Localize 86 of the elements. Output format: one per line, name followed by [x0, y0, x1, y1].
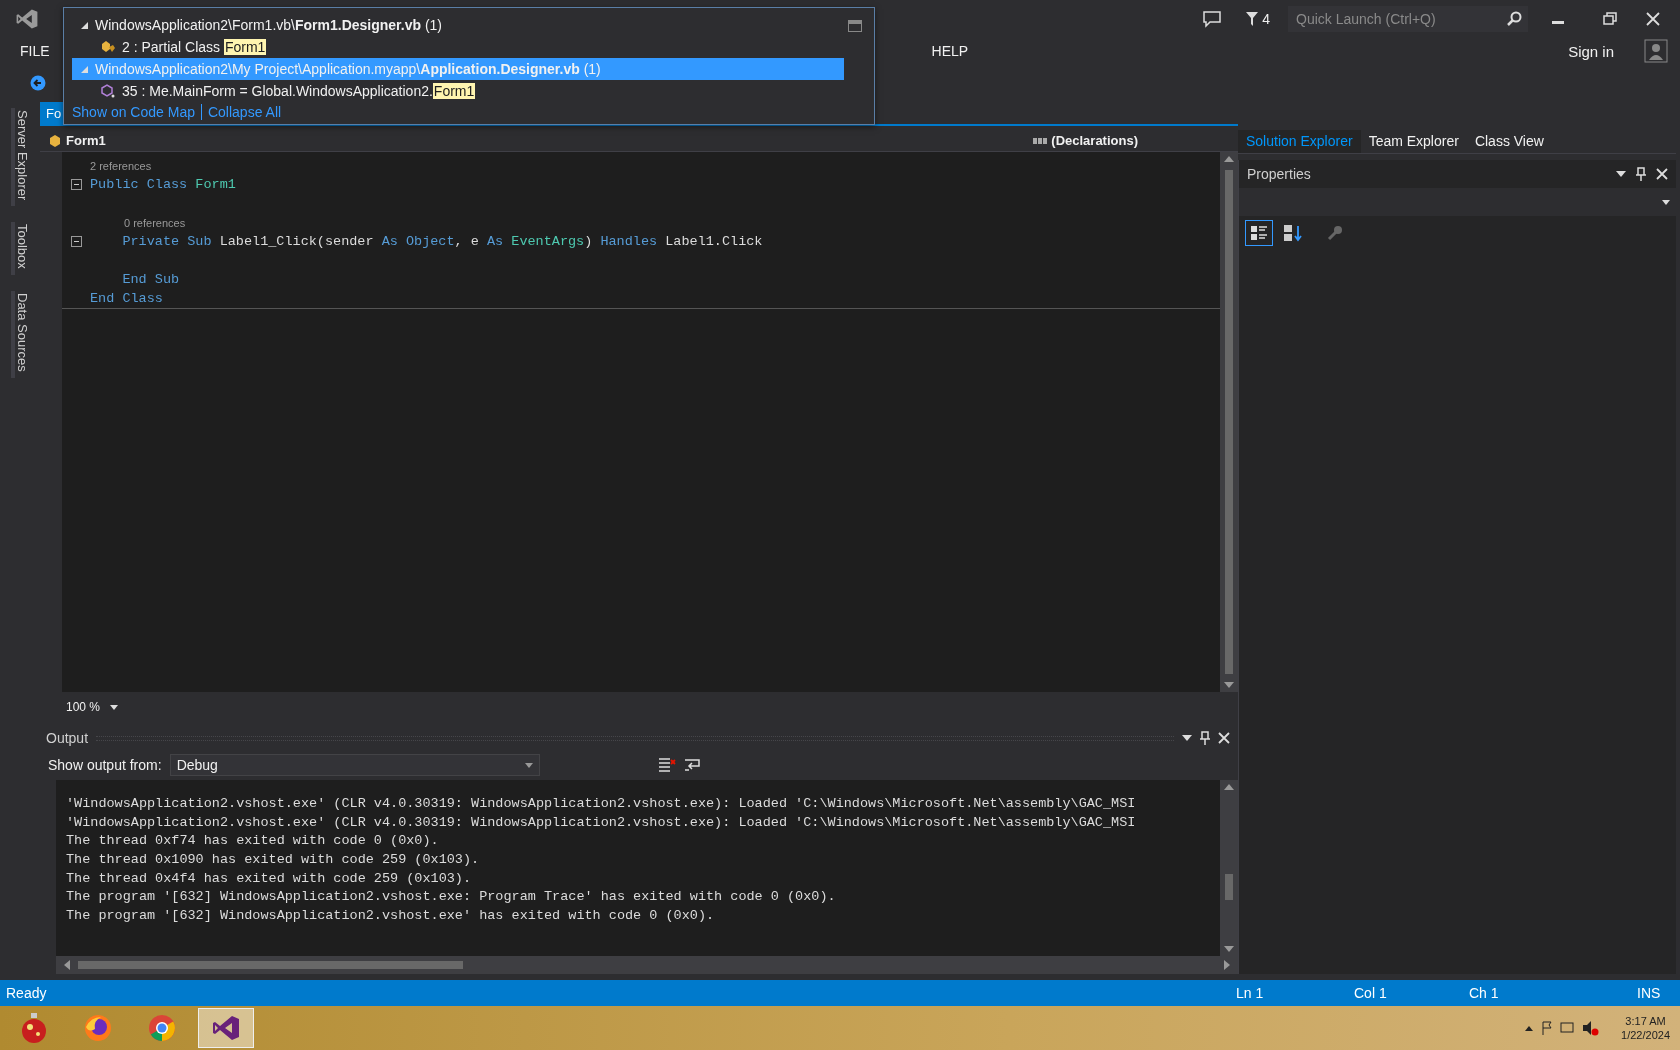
browser-icon	[83, 1013, 113, 1043]
search-icon	[1506, 11, 1522, 27]
feedback-icon[interactable]	[1202, 10, 1223, 28]
output-line: The program '[632] WindowsApplication2.vshost.exe' has exited with code 0 (0x0).	[66, 908, 716, 926]
pin-icon[interactable]	[1200, 731, 1210, 745]
property-icon	[100, 84, 116, 98]
caret-icon	[524, 762, 533, 768]
clock[interactable]: 3:17 AM 1/22/2024	[1621, 1014, 1670, 1042]
reference-file-row[interactable]: WindowsApplication2\Form1.vb\Form1.Designer.vb (1)	[72, 14, 844, 36]
output-source-dropdown[interactable]: Debug	[169, 754, 540, 776]
reference-row[interactable]: 2 : Partial Class Form1	[72, 36, 844, 58]
caret-icon	[110, 704, 119, 710]
expand-icon[interactable]	[848, 20, 862, 32]
reference-row[interactable]: 35 : Me.MainForm = Global.WindowsApplication2.Form1	[72, 80, 844, 102]
clear-all-icon[interactable]	[657, 757, 676, 773]
pin-icon[interactable]	[1636, 167, 1646, 181]
quick-launch-input[interactable]: Quick Launch (Ctrl+Q)	[1294, 10, 1494, 28]
ornament-icon	[19, 1012, 49, 1044]
panel-tab[interactable]: Team Explorer	[1360, 130, 1467, 153]
panel-title: Output	[46, 730, 89, 746]
close-icon[interactable]	[1218, 732, 1230, 744]
panel-tab[interactable]: Solution Explorer	[1238, 130, 1361, 153]
scroll-down-icon[interactable]	[1224, 946, 1234, 952]
browser-icon	[147, 1013, 177, 1043]
scroll-up-icon[interactable]	[1224, 156, 1234, 162]
scroll-right-icon[interactable]	[1224, 960, 1230, 970]
categorized-button[interactable]	[1245, 220, 1273, 246]
output-line: The thread 0x1090 has exited with code 259 (0x103).	[66, 852, 481, 870]
side-tab[interactable]: Toolbox	[10, 222, 30, 276]
character-indicator: Ch 1	[1469, 985, 1500, 1001]
output-line: 'WindowsApplication2.vshost.exe' (CLR v4.0.30319: WindowsApplication2.vshost.exe): Loaded 'C:\Windows\Microsoft.Net\assembly\GAC_MSI	[66, 796, 1137, 813]
code-line: End Sub	[121, 272, 180, 287]
output-line: The thread 0xf74 has exited with code 0 (0x0).	[66, 833, 440, 851]
class-icon	[100, 40, 116, 54]
column-indicator: Col 1	[1354, 985, 1388, 1001]
insert-mode-indicator: INS	[1637, 985, 1661, 1001]
output-line: The thread 0x4f4 has exited with code 259 (0x103).	[66, 870, 473, 888]
account-avatar-icon[interactable]	[1644, 39, 1668, 63]
collapse-icon[interactable]	[70, 179, 82, 190]
scrollbar[interactable]	[1220, 152, 1238, 692]
scrollbar[interactable]	[1220, 780, 1238, 956]
output-line: The program '[632] WindowsApplication2.vshost.exe: Program Trace' has exited with code 0 (0x0).	[66, 889, 837, 907]
code-line: Public Class Form1	[90, 177, 236, 192]
status-text: Ready	[6, 985, 48, 1001]
output-line: 'WindowsApplication2.vshost.exe' (CLR v4.0.30319: WindowsApplication2.vshost.exe): Loaded 'C:\Windows\Microsoft.Net\assembly\GAC_MSI	[66, 814, 1137, 832]
member-dropdown[interactable]: (Declarations)	[1033, 133, 1138, 148]
triangle-icon[interactable]	[80, 20, 89, 30]
collapse-icon[interactable]	[70, 236, 82, 247]
word-wrap-icon[interactable]	[683, 757, 702, 773]
scroll-up-icon[interactable]	[1224, 784, 1234, 790]
line-indicator: Ln 1	[1236, 985, 1265, 1001]
code-line: End Class	[90, 291, 163, 306]
code-line: Private Sub Label1_Click(sender As Object, e As EventArgs) Handles Label1.Click	[121, 234, 763, 249]
references-count[interactable]: 0 references	[90, 216, 186, 229]
output-source-label: Show output from:	[48, 757, 162, 773]
sign-in-link[interactable]: Sign in	[1562, 42, 1620, 60]
dropdown-icon[interactable]	[1616, 171, 1626, 177]
infinity-logo-icon	[14, 7, 40, 31]
infinity-logo-icon	[211, 1013, 241, 1043]
list-icon	[1250, 224, 1268, 242]
panel-title: Properties	[1247, 166, 1312, 182]
dropdown-icon[interactable]	[1182, 735, 1192, 741]
panel-tab[interactable]: Class View	[1466, 130, 1552, 153]
side-tab[interactable]: Data Sources	[10, 291, 30, 378]
class-icon	[48, 133, 62, 148]
menu-item[interactable]: FILE	[14, 43, 56, 59]
scroll-left-icon[interactable]	[64, 960, 70, 970]
scrollbar-thumb[interactable]	[1225, 170, 1233, 674]
notification-count[interactable]: 4	[1246, 11, 1270, 27]
references-count[interactable]: 2 references	[90, 159, 152, 172]
side-tab[interactable]: Server Explorer	[10, 108, 30, 207]
zoom-dropdown[interactable]: 100 %	[66, 700, 119, 714]
sort-icon	[1283, 224, 1303, 242]
link[interactable]: Collapse All	[207, 104, 282, 120]
caret-icon	[1662, 199, 1670, 205]
close-icon[interactable]	[1656, 168, 1668, 180]
wrench-icon	[1326, 224, 1344, 242]
menu-item[interactable]: HELP	[925, 43, 975, 59]
scroll-down-icon[interactable]	[1224, 682, 1234, 688]
scrollbar-thumb[interactable]	[1225, 874, 1233, 900]
link[interactable]: Show on Code Map	[72, 104, 195, 120]
class-dropdown[interactable]: Form1	[48, 133, 106, 148]
back-icon[interactable]	[30, 75, 46, 91]
grid-icon	[1033, 135, 1048, 146]
scrollbar[interactable]	[56, 956, 1238, 974]
quick-launch-field[interactable]: Quick Launch (Ctrl+Q)	[1288, 6, 1528, 32]
